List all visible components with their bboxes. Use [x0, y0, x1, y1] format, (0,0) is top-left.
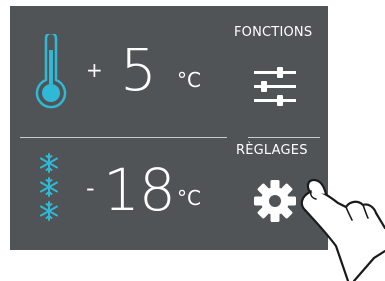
pointing-hand-illustration — [300, 178, 385, 281]
freezer-zone[interactable]: - 18 °C — [28, 148, 218, 232]
sliders-icon — [254, 67, 296, 106]
zone-divider — [20, 137, 227, 138]
snowflake-icon — [40, 153, 58, 221]
fridge-sign: + — [86, 58, 103, 82]
button-divider — [248, 137, 320, 138]
freezer-temperature: 18 — [103, 156, 176, 224]
fridge-unit: °C — [177, 68, 201, 92]
functions-button[interactable]: FONCTIONS — [232, 20, 324, 120]
thermometer-icon — [35, 34, 67, 109]
freezer-unit: °C — [177, 186, 201, 210]
freezer-sign: - — [86, 174, 95, 202]
fridge-zone[interactable]: + 5 °C — [28, 30, 218, 114]
stage: + 5 °C - 18 °C FONCTIONS RÈGLAGES — [0, 0, 385, 281]
control-panel: + 5 °C - 18 °C FONCTIONS RÈGLAGES — [10, 6, 328, 250]
functions-label: FONCTIONS — [234, 25, 313, 40]
fridge-temperature: 5 — [120, 36, 157, 104]
settings-label: RÈGLAGES — [236, 143, 308, 158]
